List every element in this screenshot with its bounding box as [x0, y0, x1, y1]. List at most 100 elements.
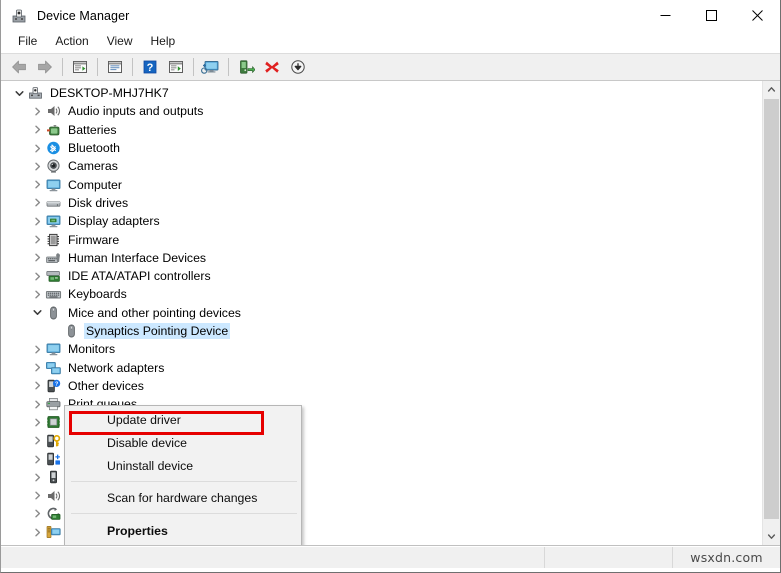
- tree-item-mice[interactable]: Mice and other pointing devices: [1, 304, 761, 322]
- chevron-right-icon[interactable]: [29, 103, 45, 119]
- tree-item-label: Firmware: [68, 232, 120, 247]
- tree-item-bluetooth[interactable]: Bluetooth: [1, 139, 761, 157]
- title-bar: Device Manager: [1, 0, 780, 31]
- tree-item-batteries[interactable]: Batteries: [1, 121, 761, 139]
- tree-item-computer[interactable]: Computer: [1, 175, 761, 193]
- chevron-right-icon[interactable]: [29, 250, 45, 266]
- chevron-right-icon[interactable]: [29, 195, 45, 211]
- software-device-icon: [45, 469, 62, 485]
- tree-item-label: Batteries: [68, 122, 117, 137]
- hid-icon: [45, 250, 62, 266]
- tree-item-label: Human Interface Devices: [68, 250, 207, 265]
- chevron-right-icon[interactable]: [29, 213, 45, 229]
- tree-item-firmware[interactable]: Firmware: [1, 230, 761, 248]
- mouse-device-icon: [63, 323, 80, 339]
- ctx-uninstall-device[interactable]: Uninstall device: [65, 454, 301, 477]
- tree-item-monitors[interactable]: Monitors: [1, 340, 761, 358]
- other-device-icon: ?: [45, 378, 62, 394]
- maximize-button[interactable]: [688, 0, 734, 31]
- menu-view[interactable]: View: [98, 32, 142, 52]
- watermark-text: wsxdn.com: [690, 550, 763, 565]
- tree-item-keyboards[interactable]: Keyboards: [1, 285, 761, 303]
- scrollbar-thumb[interactable]: [764, 99, 779, 519]
- tree-item-disk-drives[interactable]: Disk drives: [1, 194, 761, 212]
- computer-root-icon: [27, 85, 44, 101]
- status-text: [1, 547, 544, 568]
- chevron-right-icon[interactable]: [29, 286, 45, 302]
- console-tree-button[interactable]: [67, 55, 93, 79]
- menu-action[interactable]: Action: [46, 32, 97, 52]
- chevron-right-icon[interactable]: [29, 232, 45, 248]
- display-adapter-icon: [45, 213, 62, 229]
- context-menu[interactable]: Update driver Disable device Uninstall d…: [64, 405, 302, 545]
- tree-item-audio[interactable]: Audio inputs and outputs: [1, 102, 761, 120]
- menu-bar: File Action View Help: [1, 31, 780, 53]
- chevron-right-icon[interactable]: [29, 360, 45, 376]
- security-key-icon: [45, 433, 62, 449]
- chevron-right-icon[interactable]: [29, 140, 45, 156]
- chevron-right-icon[interactable]: [29, 469, 45, 485]
- context-menu-separator: [71, 481, 297, 482]
- ctx-update-driver[interactable]: Update driver: [65, 408, 301, 431]
- tree-item-display-adapters[interactable]: Display adapters: [1, 212, 761, 230]
- toolbar-separator-3: [132, 58, 133, 76]
- ctx-scan-hardware-changes[interactable]: Scan for hardware changes: [65, 486, 301, 509]
- status-bar: wsxdn.com: [1, 546, 780, 568]
- chevron-right-icon[interactable]: [29, 268, 45, 284]
- chevron-right-icon[interactable]: [29, 488, 45, 504]
- chevron-right-icon[interactable]: [29, 524, 45, 540]
- chevron-right-icon[interactable]: [29, 433, 45, 449]
- chevron-right-icon[interactable]: [29, 341, 45, 357]
- tree-item-ide-controllers[interactable]: IDE ATA/ATAPI controllers: [1, 267, 761, 285]
- tree-item-synaptics-pointing-device[interactable]: Synaptics Pointing Device: [1, 322, 761, 340]
- chevron-right-icon[interactable]: [29, 414, 45, 430]
- chevron-down-icon[interactable]: [11, 85, 27, 101]
- chevron-right-icon[interactable]: [29, 451, 45, 467]
- tree-item-label: Disk drives: [68, 195, 129, 210]
- disable-device-button[interactable]: [285, 55, 311, 79]
- chevron-right-icon[interactable]: [29, 506, 45, 522]
- tree-item-label: Other devices: [68, 378, 144, 393]
- chevron-right-icon[interactable]: [29, 177, 45, 193]
- disk-drive-icon: [45, 195, 62, 211]
- close-button[interactable]: [734, 0, 780, 31]
- back-button[interactable]: [6, 55, 32, 79]
- forward-button[interactable]: [32, 55, 58, 79]
- system-device-icon: [45, 524, 62, 540]
- ctx-properties[interactable]: Properties: [65, 518, 301, 544]
- tree-item-other-devices[interactable]: ? Other devices: [1, 377, 761, 395]
- tree-item-label: Bluetooth: [68, 141, 120, 156]
- scan-hardware-changes-button[interactable]: [198, 55, 224, 79]
- properties-button[interactable]: [102, 55, 128, 79]
- menu-help[interactable]: Help: [142, 32, 185, 52]
- menu-file[interactable]: File: [9, 32, 46, 52]
- uninstall-device-button[interactable]: [259, 55, 285, 79]
- chevron-right-icon[interactable]: [29, 122, 45, 138]
- chevron-right-icon[interactable]: [29, 396, 45, 412]
- tree-item-hid[interactable]: Human Interface Devices: [1, 249, 761, 267]
- ctx-disable-device[interactable]: Disable device: [65, 431, 301, 454]
- update-driver-button[interactable]: [233, 55, 259, 79]
- tree-item-cameras[interactable]: Cameras: [1, 157, 761, 175]
- chevron-right-icon[interactable]: [29, 543, 45, 545]
- scroll-down-button[interactable]: [763, 528, 780, 545]
- mouse-icon: [45, 305, 62, 321]
- keyboard-icon: [45, 286, 62, 302]
- tree-item-label: Synaptics Pointing Device: [84, 323, 231, 339]
- tree-item-label: Cameras: [68, 159, 118, 174]
- chevron-right-icon[interactable]: [29, 378, 45, 394]
- tree-root-item[interactable]: DESKTOP-MHJ7HK7: [1, 84, 761, 102]
- window-title: Device Manager: [37, 8, 130, 23]
- scroll-up-button[interactable]: [763, 81, 780, 98]
- help-button[interactable]: ?: [137, 55, 163, 79]
- tree-item-network-adapters[interactable]: Network adapters: [1, 358, 761, 376]
- ide-controller-icon: [45, 268, 62, 284]
- tree-item-label: Computer: [68, 177, 122, 192]
- firmware-chip-icon: [45, 232, 62, 248]
- minimize-button[interactable]: [642, 0, 688, 31]
- vertical-scrollbar[interactable]: [762, 81, 780, 545]
- tree-item-label: IDE ATA/ATAPI controllers: [68, 269, 211, 284]
- chevron-right-icon[interactable]: [29, 158, 45, 174]
- action-menu-button[interactable]: [163, 55, 189, 79]
- chevron-down-icon[interactable]: [29, 305, 45, 321]
